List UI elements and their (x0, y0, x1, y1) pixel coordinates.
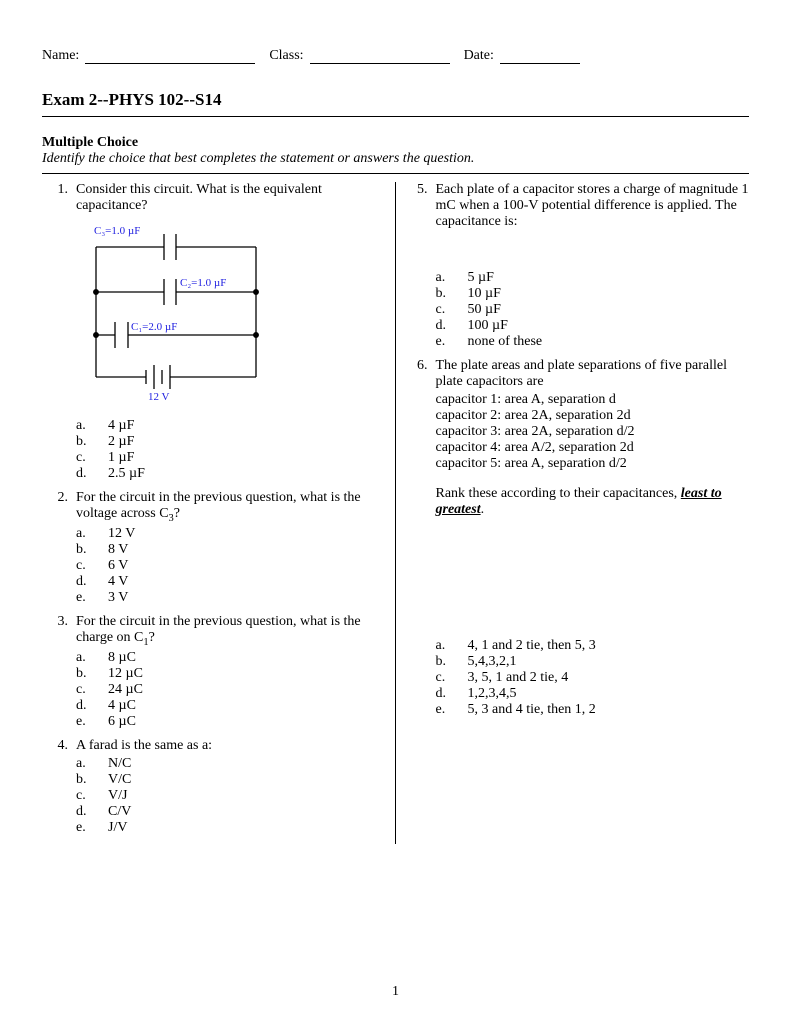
questions-columns: 1. Consider this circuit. What is the eq… (42, 182, 749, 844)
choice-b[interactable]: b.10 µF (436, 286, 750, 302)
choices: a.N/C b.V/C c.V/J d.C/V e.J/V (76, 756, 381, 836)
question-number: 2. (50, 490, 76, 506)
choice-b[interactable]: b.2 µF (76, 434, 381, 450)
question-number: 6. (410, 358, 436, 374)
name-blank[interactable] (85, 48, 255, 64)
choice-e[interactable]: e.none of these (436, 334, 750, 350)
date-label: Date: (464, 48, 494, 64)
choice-e[interactable]: e.3 V (76, 590, 381, 606)
question-5: 5. Each plate of a capacitor stores a ch… (410, 182, 750, 350)
class-label: Class: (269, 48, 303, 64)
header-fields: Name: Class: Date: (42, 48, 749, 64)
question-text: Consider this circuit. What is the equiv… (76, 182, 381, 214)
question-text: Each plate of a capacitor stores a charg… (436, 182, 750, 230)
choice-a[interactable]: a.N/C (76, 756, 381, 772)
circuit-diagram: C₃=1.0 µF C₂=1.0 µF C₁=2.0 µF 12 V (76, 222, 286, 407)
choice-d[interactable]: d.1,2,3,4,5 (436, 686, 750, 702)
choice-c[interactable]: c.V/J (76, 788, 381, 804)
choice-b[interactable]: b.5,4,3,2,1 (436, 654, 750, 670)
svg-text:C₂=1.0 µF: C₂=1.0 µF (180, 277, 226, 289)
question-text: For the circuit in the previous question… (76, 614, 381, 648)
choice-a[interactable]: a.5 µF (436, 270, 750, 286)
question-number: 5. (410, 182, 436, 198)
name-label: Name: (42, 48, 79, 64)
choice-e[interactable]: e.5, 3 and 4 tie, then 1, 2 (436, 702, 750, 718)
choices: a.12 V b.8 V c.6 V d.4 V e.3 V (76, 526, 381, 606)
choice-a[interactable]: a.12 V (76, 526, 381, 542)
choice-c[interactable]: c.6 V (76, 558, 381, 574)
choice-c[interactable]: c.3, 5, 1 and 2 tie, 4 (436, 670, 750, 686)
question-2: 2. For the circuit in the previous quest… (50, 490, 381, 606)
svg-text:12 V: 12 V (148, 391, 170, 403)
choice-b[interactable]: b.12 µC (76, 666, 381, 682)
list-item: capacitor 5: area A, separation d/2 (436, 456, 750, 472)
exam-title: Exam 2--PHYS 102--S14 (42, 90, 749, 117)
question-number: 1. (50, 182, 76, 198)
choice-c[interactable]: c.50 µF (436, 302, 750, 318)
choice-d[interactable]: d.C/V (76, 804, 381, 820)
question-1: 1. Consider this circuit. What is the eq… (50, 182, 381, 482)
question-number: 4. (50, 738, 76, 754)
question-text: For the circuit in the previous question… (76, 490, 381, 524)
list-item: capacitor 2: area 2A, separation 2d (436, 408, 750, 424)
question-6: 6. The plate areas and plate separations… (410, 358, 750, 718)
question-text: A farad is the same as a: (76, 738, 381, 754)
choice-a[interactable]: a.4, 1 and 2 tie, then 5, 3 (436, 638, 750, 654)
question-number: 3. (50, 614, 76, 630)
list-item: capacitor 3: area 2A, separation d/2 (436, 424, 750, 440)
choice-c[interactable]: c.24 µC (76, 682, 381, 698)
date-blank[interactable] (500, 48, 580, 64)
choice-b[interactable]: b.8 V (76, 542, 381, 558)
section-instructions: Identify the choice that best completes … (42, 151, 749, 167)
choice-e[interactable]: e.6 µC (76, 714, 381, 730)
question-4: 4. A farad is the same as a: a.N/C b.V/C… (50, 738, 381, 836)
section-label: Multiple Choice (42, 135, 749, 151)
choice-c[interactable]: c.1 µF (76, 450, 381, 466)
choice-e[interactable]: e.J/V (76, 820, 381, 836)
choices: a.4 µF b.2 µF c.1 µF d.2.5 µF (76, 418, 381, 482)
horizontal-rule (42, 173, 749, 174)
choice-a[interactable]: a.8 µC (76, 650, 381, 666)
left-column: 1. Consider this circuit. What is the eq… (42, 182, 396, 844)
choices: a.8 µC b.12 µC c.24 µC d.4 µC e.6 µC (76, 650, 381, 730)
choice-b[interactable]: b.V/C (76, 772, 381, 788)
svg-text:C₃=1.0 µF: C₃=1.0 µF (94, 225, 140, 237)
list-item: capacitor 4: area A/2, separation 2d (436, 440, 750, 456)
svg-text:C₁=2.0 µF: C₁=2.0 µF (131, 321, 177, 333)
choices: a.5 µF b.10 µF c.50 µF d.100 µF e.none o… (436, 270, 750, 350)
question-text: The plate areas and plate separations of… (436, 358, 750, 390)
choice-a[interactable]: a.4 µF (76, 418, 381, 434)
choice-d[interactable]: d.2.5 µF (76, 466, 381, 482)
choice-d[interactable]: d.4 µC (76, 698, 381, 714)
class-blank[interactable] (310, 48, 450, 64)
right-column: 5. Each plate of a capacitor stores a ch… (396, 182, 750, 844)
question-3: 3. For the circuit in the previous quest… (50, 614, 381, 730)
rank-instruction: Rank these according to their capacitanc… (436, 486, 750, 518)
choice-d[interactable]: d.4 V (76, 574, 381, 590)
choices: a.4, 1 and 2 tie, then 5, 3 b.5,4,3,2,1 … (436, 638, 750, 718)
capacitor-list: capacitor 1: area A, separation d capaci… (436, 392, 750, 472)
choice-d[interactable]: d.100 µF (436, 318, 750, 334)
page-number: 1 (392, 984, 399, 1000)
list-item: capacitor 1: area A, separation d (436, 392, 750, 408)
